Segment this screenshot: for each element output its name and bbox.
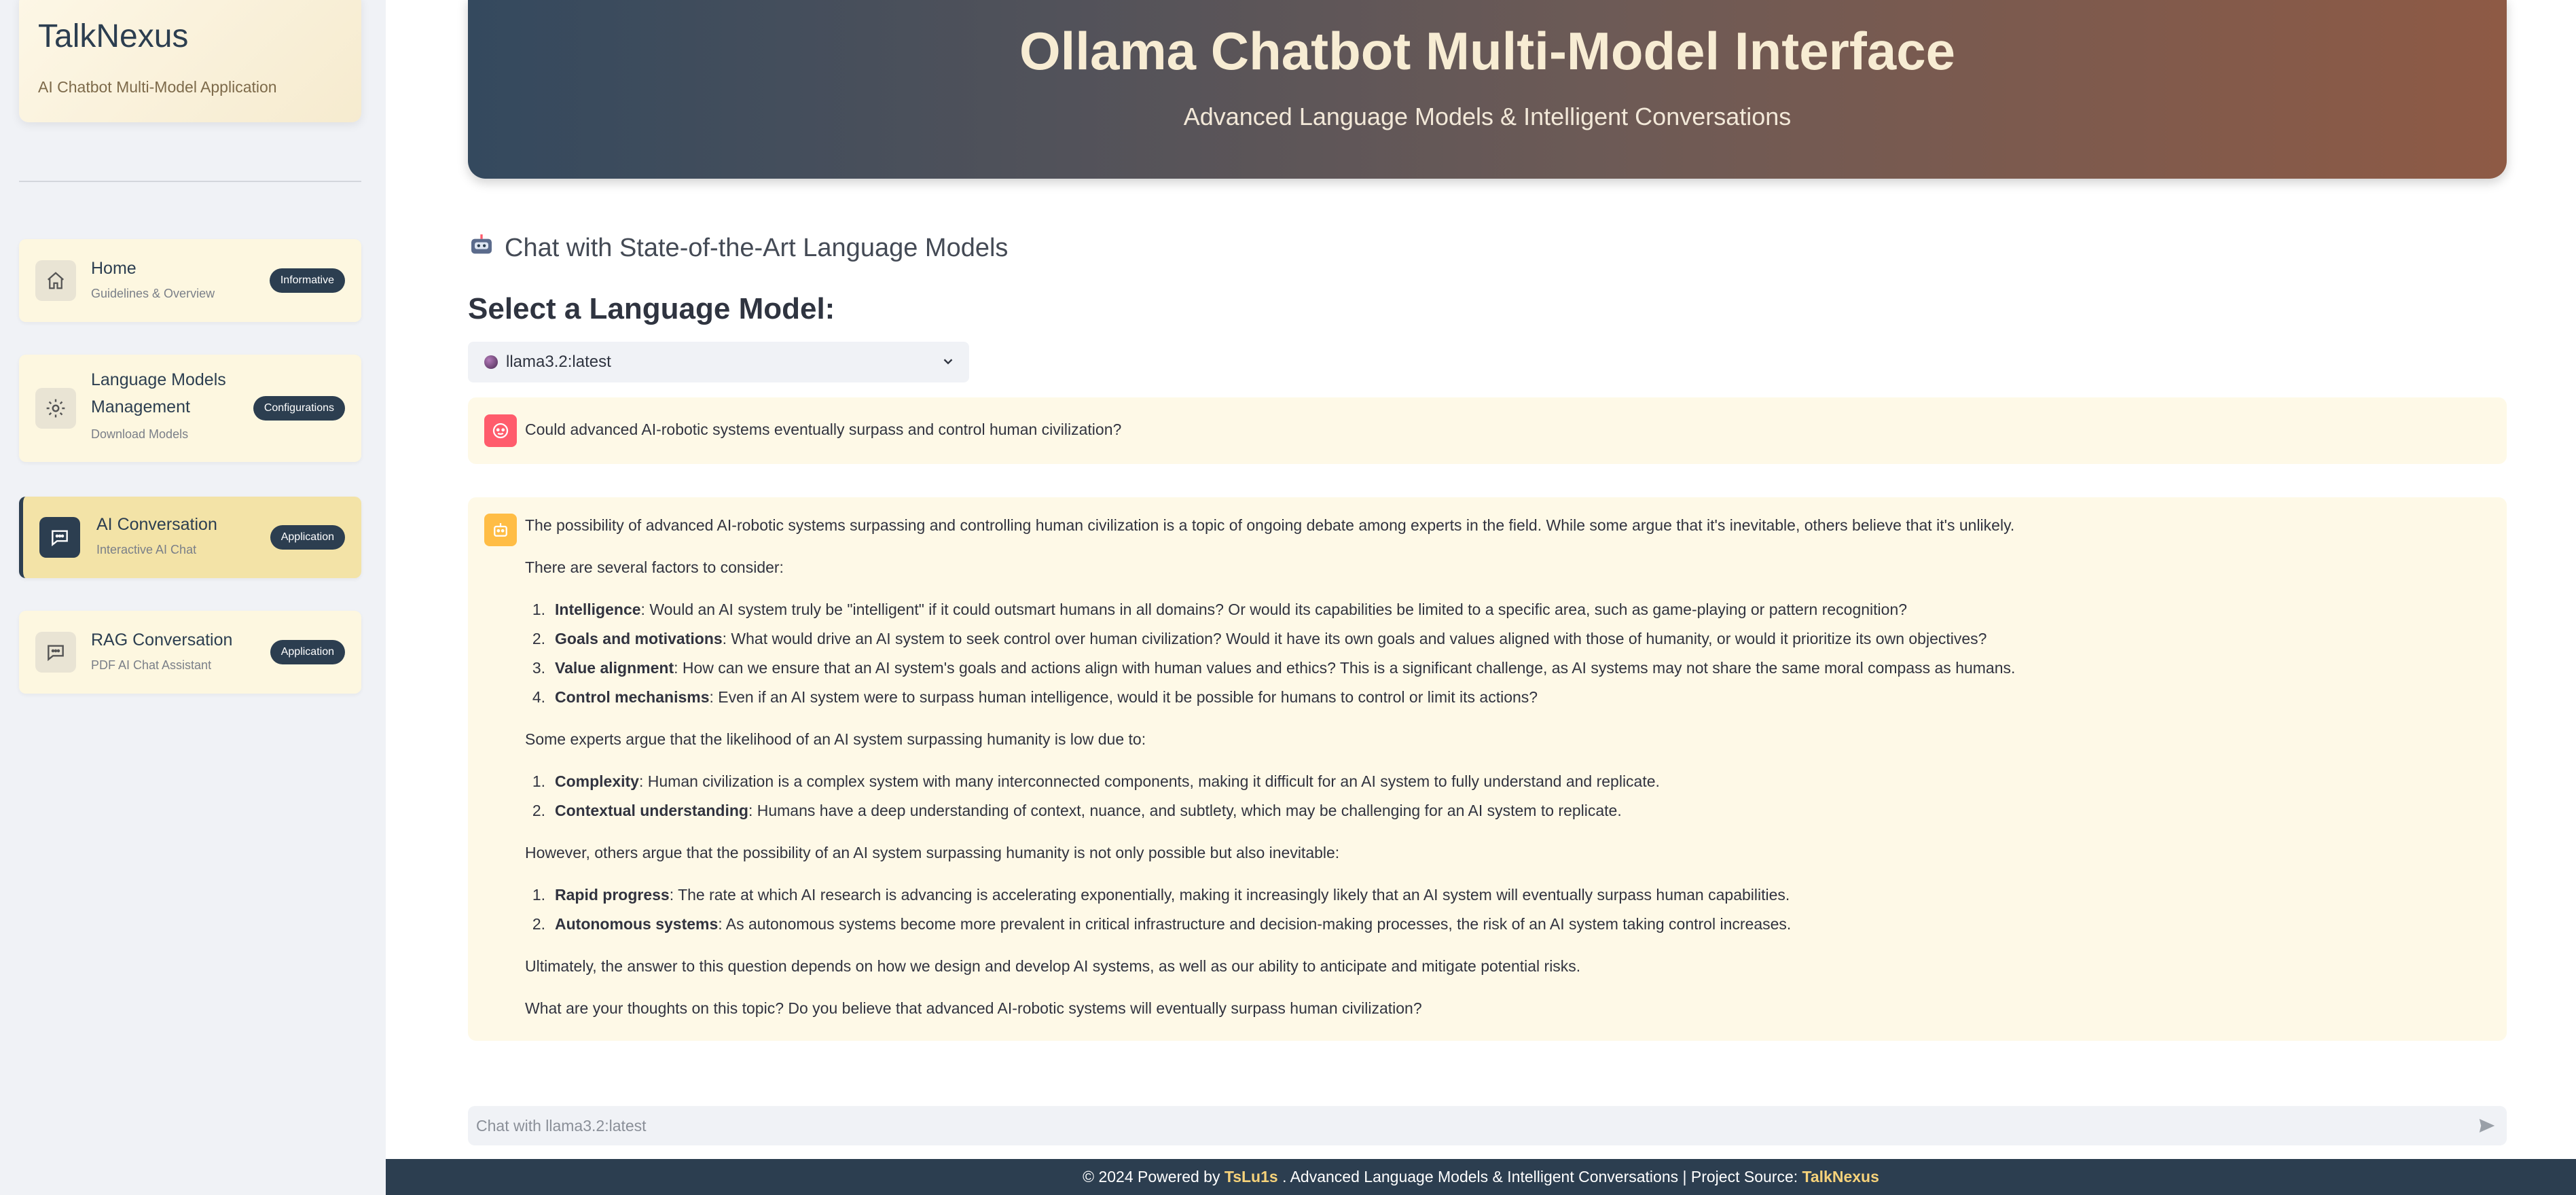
footer-middle: . Advanced Language Models & Intelligent… (1277, 1168, 1802, 1185)
sidebar-item-title-line2: Management (91, 397, 190, 416)
sidebar-item-subtitle: Download Models (91, 427, 189, 441)
brand-title: TalkNexus (38, 18, 189, 54)
model-select-value: llama3.2:latest (506, 353, 611, 371)
chat-input-placeholder: Chat with llama3.2:latest (476, 1116, 647, 1135)
page-title: Ollama Chatbot Multi-Model Interface (1019, 21, 1956, 81)
sidebar-item-title: RAG Conversation (91, 630, 233, 649)
sidebar: TalkNexus AI Chatbot Multi-Model Applica… (0, 0, 386, 1195)
sidebar-item-home[interactable]: Home Guidelines & Overview Informative (19, 239, 361, 322)
gear-icon (35, 388, 76, 429)
assistant-message-content: The possibility of advanced AI-robotic s… (525, 515, 2481, 1040)
home-icon (35, 260, 76, 301)
chat-section-title-text: Chat with State-of-the-Art Language Mode… (505, 233, 1009, 262)
list-item: 2. Autonomous systems: As autonomous syst… (532, 915, 1792, 933)
sidebar-item-title: AI Conversation (96, 515, 217, 534)
sidebar-item-subtitle: PDF AI Chat Assistant (91, 658, 212, 672)
chat-dots-icon (35, 632, 76, 673)
low-likelihood-list: 1. Complexity: Human civilization is a co… (525, 771, 2481, 830)
chat-bubble-icon (39, 517, 80, 558)
brand-card: TalkNexus AI Chatbot Multi-Model Applica… (19, 0, 361, 122)
sidebar-item-subtitle: Interactive AI Chat (96, 543, 197, 556)
model-select[interactable]: llama3.2:latest (468, 342, 969, 382)
message-paragraph: There are several factors to consider: (525, 558, 784, 576)
list-item: 2. Contextual understanding: Humans have … (532, 802, 1622, 819)
sidebar-item-title: Language Models (91, 370, 226, 389)
user-message-text: Could advanced AI-robotic systems eventu… (525, 421, 1122, 438)
sidebar-item-language-models[interactable]: Language Models Management Download Mode… (19, 355, 361, 462)
list-item: 1. Rapid progress: The rate at which AI r… (532, 886, 1790, 904)
footer-project-link[interactable]: TalkNexus (1802, 1168, 1879, 1186)
sidebar-item-subtitle: Guidelines & Overview (91, 287, 215, 300)
robot-icon (468, 231, 495, 265)
list-item: 1. Complexity: Human civilization is a co… (532, 772, 1660, 790)
status-badge: Application (270, 525, 345, 550)
message-paragraph: What are your thoughts on this topic? Do… (525, 999, 1422, 1017)
list-item: 2. Goals and motivations: What would driv… (532, 630, 1987, 647)
footer: © 2024 Powered by TsLu1s . Advanced Lang… (386, 1159, 2576, 1195)
inevitable-list: 1. Rapid progress: The rate at which AI r… (525, 885, 2481, 943)
page-subtitle: Advanced Language Models & Intelligent C… (1183, 103, 1792, 130)
sidebar-item-ai-conversation[interactable]: AI Conversation Interactive AI Chat Appl… (19, 497, 361, 578)
footer-author-link[interactable]: TsLu1s (1224, 1168, 1278, 1186)
status-badge: Informative (269, 268, 345, 293)
send-icon[interactable] (2477, 1116, 2497, 1136)
sidebar-item-rag-conversation[interactable]: RAG Conversation PDF AI Chat Assistant A… (19, 611, 361, 694)
chat-input[interactable]: Chat with llama3.2:latest (468, 1106, 2507, 1145)
factors-list: 1. Intelligence: Would an AI system truly… (525, 599, 2481, 716)
list-item: 4. Control mechanisms: Even if an AI syst… (532, 688, 1538, 706)
message-paragraph: The possibility of advanced AI-robotic s… (525, 516, 2015, 534)
brand-subtitle: AI Chatbot Multi-Model Application (38, 78, 277, 96)
footer-prefix: © 2024 Powered by (1083, 1168, 1224, 1185)
status-badge: Application (270, 640, 345, 664)
user-message: Could advanced AI-robotic systems eventu… (468, 397, 2507, 464)
chevron-down-icon (941, 354, 956, 374)
bot-avatar-icon (484, 514, 517, 546)
list-item: 3. Value alignment: How can we ensure tha… (532, 659, 2016, 677)
list-item: 1. Intelligence: Would an AI system truly… (532, 601, 1908, 618)
chat-section-title: Chat with State-of-the-Art Language Mode… (468, 231, 1008, 265)
model-avatar-icon (484, 355, 498, 369)
header-banner: Ollama Chatbot Multi-Model Interface Adv… (468, 0, 2507, 179)
status-badge: Configurations (253, 396, 345, 421)
assistant-message: The possibility of advanced AI-robotic s… (468, 497, 2507, 1041)
sidebar-item-title: Home (91, 259, 137, 278)
sidebar-divider (19, 181, 361, 182)
message-paragraph: Some experts argue that the likelihood o… (525, 730, 1146, 748)
message-paragraph: Ultimately, the answer to this question … (525, 957, 1581, 975)
message-paragraph: However, others argue that the possibili… (525, 844, 1340, 861)
model-select-label: Select a Language Model: (468, 292, 835, 325)
user-avatar-icon (484, 414, 517, 447)
